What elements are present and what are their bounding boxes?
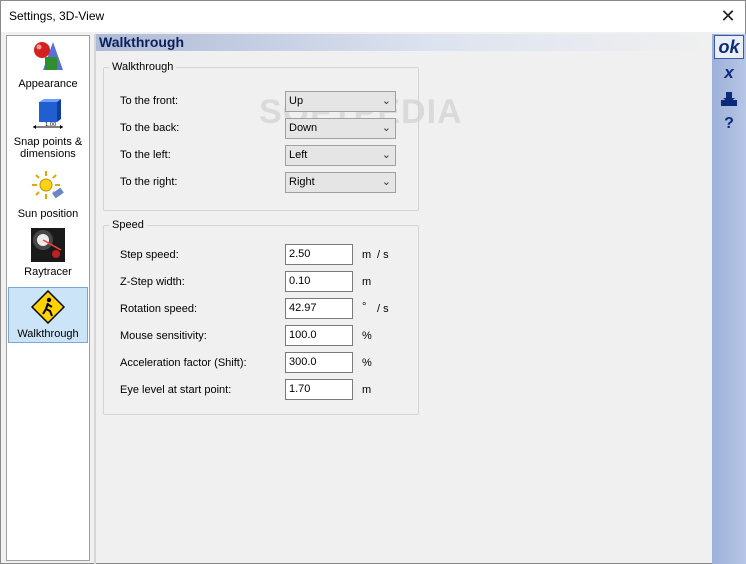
category-sidebar: Appearance 1.00 Snap points & dimensions: [6, 35, 90, 561]
step-speed-label: Step speed:: [120, 249, 179, 261]
select-value: Down: [289, 122, 318, 134]
sun-icon: [32, 171, 64, 199]
action-toolbar: ok x ?: [712, 34, 746, 564]
to-back-label: To the back:: [120, 122, 180, 134]
sidebar-item-snap-points[interactable]: 1.00 Snap points & dimensions: [8, 98, 88, 164]
eye-level-label: Eye level at start point:: [120, 384, 232, 396]
unit-label: m: [362, 249, 372, 261]
save-button[interactable]: [714, 86, 744, 110]
to-left-select[interactable]: Left ⌄: [285, 145, 396, 166]
acceleration-factor-label: Acceleration factor (Shift):: [120, 357, 247, 369]
close-icon[interactable]: ✕: [711, 1, 745, 32]
rotation-speed-label: Rotation speed:: [120, 303, 198, 315]
walkthrough-warning-sign-icon: [31, 290, 65, 324]
to-right-select[interactable]: Right ⌄: [285, 172, 396, 193]
step-speed-input[interactable]: 2.50: [285, 244, 353, 265]
sidebar-item-raytracer[interactable]: Raytracer: [8, 228, 88, 282]
sidebar-item-walkthrough[interactable]: Walkthrough: [8, 287, 88, 343]
to-front-select[interactable]: Up ⌄: [285, 91, 396, 112]
z-step-width-label: Z-Step width:: [120, 276, 185, 288]
unit-label: %: [362, 330, 372, 342]
eye-level-input[interactable]: 1.70: [285, 379, 353, 400]
unit-label: °: [362, 301, 367, 313]
to-right-label: To the right:: [120, 176, 178, 188]
rotation-speed-input[interactable]: 42.97: [285, 298, 353, 319]
chevron-down-icon: ⌄: [381, 122, 391, 134]
select-value: Left: [289, 149, 308, 161]
settings-window: Settings, 3D-View ✕ Appearance 1.00 Snap…: [0, 0, 746, 564]
title-bar: Settings, 3D-View ✕: [1, 1, 745, 32]
raytracer-light-icon: [31, 228, 65, 262]
sidebar-item-label: Sun position: [17, 208, 79, 220]
page-header: Walkthrough: [96, 34, 711, 51]
sidebar-item-label: Snap points & dimensions: [13, 136, 83, 160]
sidebar-item-label: Appearance: [18, 78, 78, 90]
snap-dimensions-cube-icon: 1.00: [33, 99, 63, 129]
per-second-label: / s: [377, 303, 389, 315]
select-value: Right: [289, 176, 315, 188]
to-left-label: To the left:: [120, 149, 171, 161]
sidebar-item-label: Walkthrough: [17, 328, 79, 340]
group-title: Walkthrough: [109, 61, 177, 73]
acceleration-factor-input[interactable]: 300.0: [285, 352, 353, 373]
mouse-sensitivity-label: Mouse sensitivity:: [120, 330, 207, 342]
unit-label: m: [362, 276, 372, 288]
group-title: Speed: [109, 219, 147, 231]
select-value: Up: [289, 95, 304, 107]
sidebar-item-label: Raytracer: [24, 266, 72, 278]
sidebar-item-sun-position[interactable]: Sun position: [8, 170, 88, 226]
chevron-down-icon: ⌄: [381, 95, 391, 107]
page-title: Walkthrough: [99, 34, 185, 50]
ok-button[interactable]: ok: [714, 35, 744, 59]
divider: [94, 34, 96, 564]
to-front-label: To the front:: [120, 95, 179, 107]
z-step-width-input[interactable]: 0.10: [285, 271, 353, 292]
unit-label: %: [362, 357, 372, 369]
per-second-label: / s: [377, 249, 389, 261]
to-back-select[interactable]: Down ⌄: [285, 118, 396, 139]
window-title: Settings, 3D-View: [9, 9, 105, 23]
svg-text:1.00: 1.00: [45, 122, 56, 128]
unit-label: m: [362, 384, 372, 396]
cancel-button[interactable]: x: [714, 61, 744, 85]
save-icon: [721, 92, 737, 106]
help-button[interactable]: ?: [714, 112, 744, 136]
chevron-down-icon: ⌄: [381, 176, 391, 188]
appearance-shapes-icon: [34, 42, 63, 70]
mouse-sensitivity-input[interactable]: 100.0: [285, 325, 353, 346]
sidebar-item-appearance[interactable]: Appearance: [8, 40, 88, 96]
chevron-down-icon: ⌄: [381, 149, 391, 161]
